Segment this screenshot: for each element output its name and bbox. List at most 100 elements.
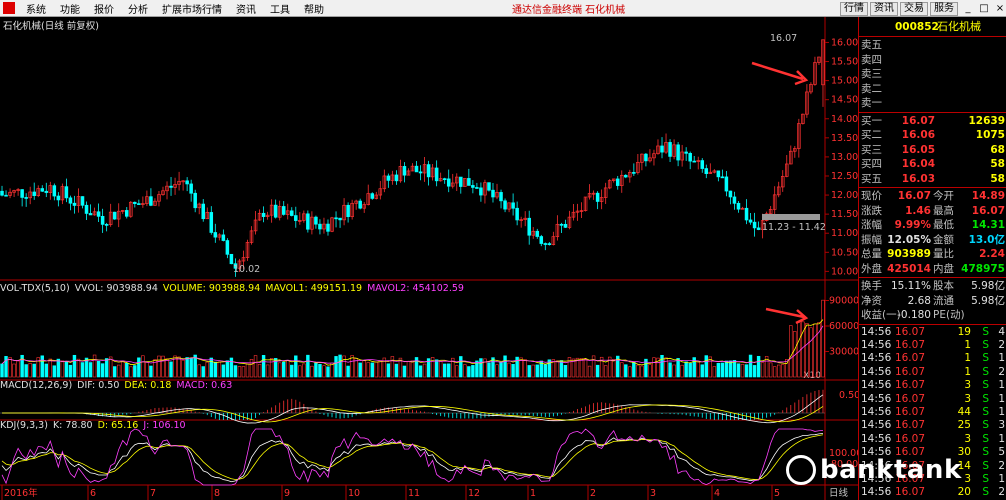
y-tick-label: 15.00 xyxy=(831,76,858,87)
volume-bar xyxy=(434,359,439,378)
panel-separator xyxy=(859,36,1006,37)
volume-bar xyxy=(664,357,668,378)
y-tick-label: 16.00 xyxy=(831,37,858,48)
x-axis-label: 3 xyxy=(650,488,656,499)
ask-row[interactable]: 卖二 xyxy=(859,82,1006,97)
stat-value: 2.68 xyxy=(907,294,931,307)
macd-field-macd: MACD: 0.63 xyxy=(176,380,233,391)
volume-bar xyxy=(233,365,238,378)
volume-bar xyxy=(676,358,680,378)
menu-help[interactable]: 帮助 xyxy=(297,1,331,16)
stat-row: 振幅 12.05% 金额 13.0亿 xyxy=(859,233,1006,248)
candle-body xyxy=(527,217,531,236)
menu-extended-market[interactable]: 扩展市场行情 xyxy=(155,1,229,16)
menu-tools[interactable]: 工具 xyxy=(263,1,297,16)
menu-system[interactable]: 系统 xyxy=(19,1,53,16)
tick-count: 1 xyxy=(998,352,1005,365)
maximize-icon[interactable]: □ xyxy=(978,3,990,15)
bid-label: 买五 xyxy=(861,172,882,185)
candle-body xyxy=(716,170,721,178)
info-button[interactable]: 资讯 xyxy=(870,1,898,16)
tick-count: 2 xyxy=(998,338,1005,351)
candle-body xyxy=(133,201,137,204)
candle-body xyxy=(595,192,600,202)
kdj-k-line xyxy=(1,432,824,483)
x-axis-label: 1 xyxy=(530,488,536,499)
panel-separator xyxy=(859,111,1006,113)
tick-direction: S xyxy=(982,392,989,405)
volume-bar xyxy=(157,355,161,378)
service-button[interactable]: 服务 xyxy=(930,1,958,16)
volume-bar xyxy=(668,362,672,378)
mavol2-line xyxy=(1,325,824,365)
ask-row[interactable]: 卖五 xyxy=(859,38,1006,53)
tick-volume: 3 xyxy=(964,432,971,445)
stat-label: 换手 xyxy=(861,280,882,292)
menu-info[interactable]: 资讯 xyxy=(229,1,263,16)
volume-bar xyxy=(245,363,250,378)
menu-function[interactable]: 功能 xyxy=(53,1,87,16)
volume-bar xyxy=(366,362,370,378)
ask-row[interactable]: 卖四 xyxy=(859,53,1006,68)
candle-body xyxy=(728,190,733,198)
candle-body xyxy=(459,176,463,187)
tick-row: 14:56 16.07 1 S 2 xyxy=(859,339,1006,352)
bid-row[interactable]: 买五 16.03 58 xyxy=(859,172,1006,187)
volume-bar xyxy=(96,360,101,378)
volume-bar xyxy=(129,366,133,378)
stat-value: 12.05% xyxy=(887,233,931,246)
minimize-icon[interactable]: _ xyxy=(962,3,974,15)
ask-label: 卖一 xyxy=(861,97,882,109)
volume-bar xyxy=(209,357,213,378)
volume-bar xyxy=(378,360,383,378)
x-axis-label: 6 xyxy=(90,488,96,499)
volume-bar xyxy=(712,366,717,378)
menu-quote[interactable]: 报价 xyxy=(87,1,121,16)
ask-row[interactable]: 卖一 xyxy=(859,96,1006,111)
bid-row[interactable]: 买三 16.05 68 xyxy=(859,143,1006,158)
candle-body xyxy=(668,142,672,157)
volume-bar xyxy=(527,365,531,378)
volume-bar xyxy=(603,365,608,378)
volume-bar xyxy=(471,365,475,378)
volume-bar xyxy=(394,363,399,378)
stat-value: 16.07 xyxy=(897,190,931,202)
bid-row[interactable]: 买四 16.04 58 xyxy=(859,157,1006,172)
candle-body xyxy=(467,178,471,186)
stat-value: -0.180 xyxy=(897,309,931,321)
candle-body xyxy=(213,232,218,238)
y-tick-label: 12.50 xyxy=(831,171,858,182)
candle-body xyxy=(314,216,318,225)
bid-row[interactable]: 买二 16.06 1075 xyxy=(859,128,1006,143)
volume-bar xyxy=(269,358,274,378)
tick-count: 1 xyxy=(998,432,1005,445)
candle-body xyxy=(748,219,753,223)
y-tick-label: 10.00 xyxy=(831,266,858,277)
chart-area[interactable]: 16.00 15.50 15.00 14.50 14.00 13.50 13.00 12.50… xyxy=(0,17,858,500)
ask-row[interactable]: 卖三 xyxy=(859,67,1006,82)
volume-bar xyxy=(48,358,53,378)
tick-volume: 1 xyxy=(964,338,971,351)
candle-body xyxy=(56,195,61,201)
kdj-j-line xyxy=(1,428,824,486)
menu-analysis[interactable]: 分析 xyxy=(121,1,155,16)
vol-title: VOL-TDX(5,10) xyxy=(0,283,70,294)
volume-bar xyxy=(688,363,692,378)
volume-bar xyxy=(229,357,234,378)
volume-bar xyxy=(277,362,282,378)
tick-count: 3 xyxy=(998,419,1005,432)
candle-body xyxy=(100,216,105,225)
tick-direction: S xyxy=(982,419,989,432)
volume-bar xyxy=(455,365,459,378)
quote-button[interactable]: 行情 xyxy=(840,1,868,16)
x-axis-label: 4 xyxy=(714,488,720,499)
x-axis-label: 9 xyxy=(284,488,290,499)
tick-count: 2 xyxy=(998,459,1005,472)
close-icon[interactable]: × xyxy=(994,3,1006,15)
trade-button[interactable]: 交易 xyxy=(900,1,928,16)
stat-label: 外盘 xyxy=(861,262,882,275)
volume-bar xyxy=(294,355,298,378)
bid-row[interactable]: 买一 16.07 12639 xyxy=(859,114,1006,129)
y-tick-label: 11.00 xyxy=(831,228,858,239)
tick-volume: 3 xyxy=(964,472,971,485)
